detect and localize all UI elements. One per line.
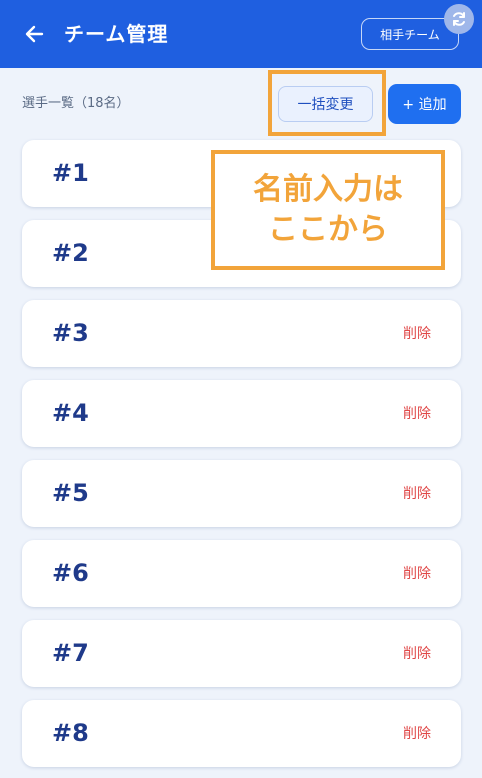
delete-button[interactable]: 削除 [403, 484, 431, 504]
player-number: #1 [52, 159, 89, 187]
player-number: #6 [52, 559, 89, 587]
player-row[interactable]: #4 削除 [22, 380, 461, 447]
player-number: #5 [52, 479, 89, 507]
callout-line-1: 名前入力は [253, 172, 403, 207]
add-player-button[interactable]: + 追加 [388, 84, 461, 124]
delete-button[interactable]: 削除 [403, 564, 431, 584]
arrow-left-icon[interactable] [22, 20, 50, 48]
callout-line-2: ここから [268, 212, 388, 247]
player-row[interactable]: #8 削除 [22, 700, 461, 767]
refresh-icon[interactable] [444, 4, 474, 34]
player-row[interactable]: #5 削除 [22, 460, 461, 527]
player-number: #8 [52, 719, 89, 747]
player-number: #2 [52, 239, 89, 267]
player-row[interactable]: #7 削除 [22, 620, 461, 687]
refresh-icon-graphic [453, 12, 465, 26]
player-number: #3 [52, 319, 89, 347]
page-title: チーム管理 [64, 22, 169, 46]
delete-button[interactable]: 削除 [403, 324, 431, 344]
name-input-callout: 名前入力は ここから [211, 150, 445, 270]
player-number: #4 [52, 399, 89, 427]
player-list-title: 選手一覧（18名） [22, 96, 130, 111]
player-row[interactable]: #6 削除 [22, 540, 461, 607]
bulk-change-button[interactable]: 一括変更 [278, 86, 373, 122]
arrow-left-icon-graphic [25, 25, 44, 43]
player-row[interactable]: #3 削除 [22, 300, 461, 367]
delete-button[interactable]: 削除 [403, 724, 431, 744]
player-number: #7 [52, 639, 89, 667]
app-header: チーム管理 相手チーム [0, 0, 482, 68]
delete-button[interactable]: 削除 [403, 404, 431, 424]
delete-button[interactable]: 削除 [403, 644, 431, 664]
